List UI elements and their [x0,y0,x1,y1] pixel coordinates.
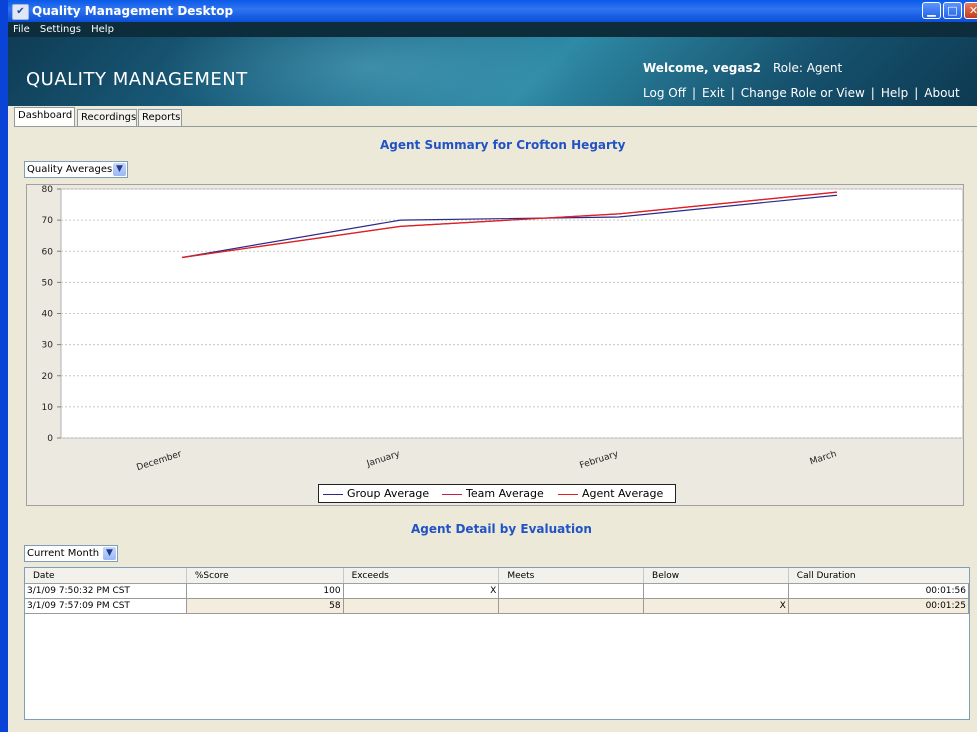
legend-label: Agent Average [582,487,664,500]
col-date[interactable]: Date [25,568,187,584]
chart-legend: Group Average Team Average Agent Average [318,484,676,503]
cell-date: 3/1/09 7:50:32 PM CST [25,583,187,599]
table-row[interactable]: 3/1/09 7:57:09 PM CST 58 X 00:01:25 [25,598,969,614]
legend-label: Team Average [466,487,544,500]
table-header-row: Date %Score Exceeds Meets Below Call Dur… [25,568,969,584]
tab-reports[interactable]: Reports [138,109,182,126]
cell-score: 100 [186,583,344,599]
app-logo: QUALITY MANAGEMENT [26,69,248,90]
y-tick-label: 70 [42,216,54,226]
detail-selector-value: Current Month [27,548,100,559]
welcome-text: Welcome, vegas2 [643,61,761,75]
cell-below [643,583,789,599]
summary-title: Agent Summary for Crofton Hegarty [380,138,626,152]
menu-settings[interactable]: Settings [40,24,81,35]
app-icon: ✔ [12,4,29,20]
cell-meets [498,583,645,599]
cell-below: X [643,598,789,614]
chevron-down-icon[interactable]: ▼ [113,163,126,176]
exit-link[interactable]: Exit [702,86,725,100]
menu-bar: File Settings Help [8,22,977,37]
col-score[interactable]: %Score [186,568,344,584]
change-role-link[interactable]: Change Role or View [741,86,865,100]
legend-item-group: Group Average [323,485,429,502]
menu-help[interactable]: Help [91,24,114,35]
cell-call-duration: 00:01:56 [788,583,969,599]
y-tick-label: 40 [42,310,54,320]
header-links: Log Off | Exit | Change Role or View | Help | Ab… [643,86,960,100]
legend-swatch [323,493,343,495]
detail-title: Agent Detail by Evaluation [411,522,592,536]
tab-recordings[interactable]: Recordings [77,109,137,126]
chevron-down-icon[interactable]: ▼ [103,547,116,560]
x-tick-label: February [579,449,621,471]
y-tick-label: 0 [47,434,53,444]
log-off-link[interactable]: Log Off [643,86,686,100]
window-title: Quality Management Desktop [32,4,234,18]
y-tick-label: 10 [42,403,54,413]
summary-chart: 0 10 20 30 40 50 60 70 80 December January February… [26,184,964,506]
minimize-icon[interactable]: ▁ [922,2,941,19]
y-tick-label: 20 [42,372,54,382]
about-link[interactable]: About [924,86,959,100]
summary-selector-value: Quality Averages [27,164,113,175]
header-banner: QUALITY MANAGEMENT Welcome, vegas2 Role:… [8,37,977,106]
col-below[interactable]: Below [643,568,789,584]
col-call-duration[interactable]: Call Duration [788,568,969,584]
y-tick-label: 60 [42,247,54,257]
table-row[interactable]: 3/1/09 7:50:32 PM CST 100 X 00:01:56 [25,583,969,599]
cell-exceeds: X [343,583,500,599]
x-tick-label: January [365,449,402,470]
help-link[interactable]: Help [881,86,908,100]
menu-file[interactable]: File [13,24,30,35]
y-tick-label: 80 [42,185,54,195]
y-tick-label: 50 [42,278,54,288]
close-icon[interactable]: ✕ [964,2,977,19]
legend-label: Group Average [347,487,430,500]
summary-selector[interactable]: Quality Averages ▼ [24,161,128,178]
legend-item-team: Team Average [442,485,544,502]
cell-exceeds [343,598,500,614]
detail-selector[interactable]: Current Month ▼ [24,545,118,562]
x-tick-label: December [135,449,183,473]
plot-area [60,188,964,439]
evaluation-table: Date %Score Exceeds Meets Below Call Dur… [24,567,970,720]
maximize-icon[interactable]: □ [943,2,962,19]
chart-canvas: 0 10 20 30 40 50 60 70 80 December January February… [42,185,964,473]
x-tick-label: March [809,449,838,467]
cell-meets [498,598,645,614]
legend-item-agent: Agent Average [558,485,663,502]
cell-call-duration: 00:01:25 [788,598,969,614]
col-meets[interactable]: Meets [498,568,645,584]
role-text: Role: Agent [773,61,843,75]
tab-dashboard[interactable]: Dashboard [14,107,75,126]
tab-divider [14,126,977,127]
y-tick-label: 30 [42,341,54,351]
col-exceeds[interactable]: Exceeds [343,568,500,584]
cell-score: 58 [186,598,344,614]
legend-swatch [442,493,462,495]
title-bar: ✔ Quality Management Desktop ▁ □ ✕ [8,0,977,22]
cell-date: 3/1/09 7:57:09 PM CST [25,598,187,614]
legend-swatch [558,493,578,495]
window-frame [0,0,8,732]
evaluation-grid: Date %Score Exceeds Meets Below Call Dur… [25,568,969,614]
